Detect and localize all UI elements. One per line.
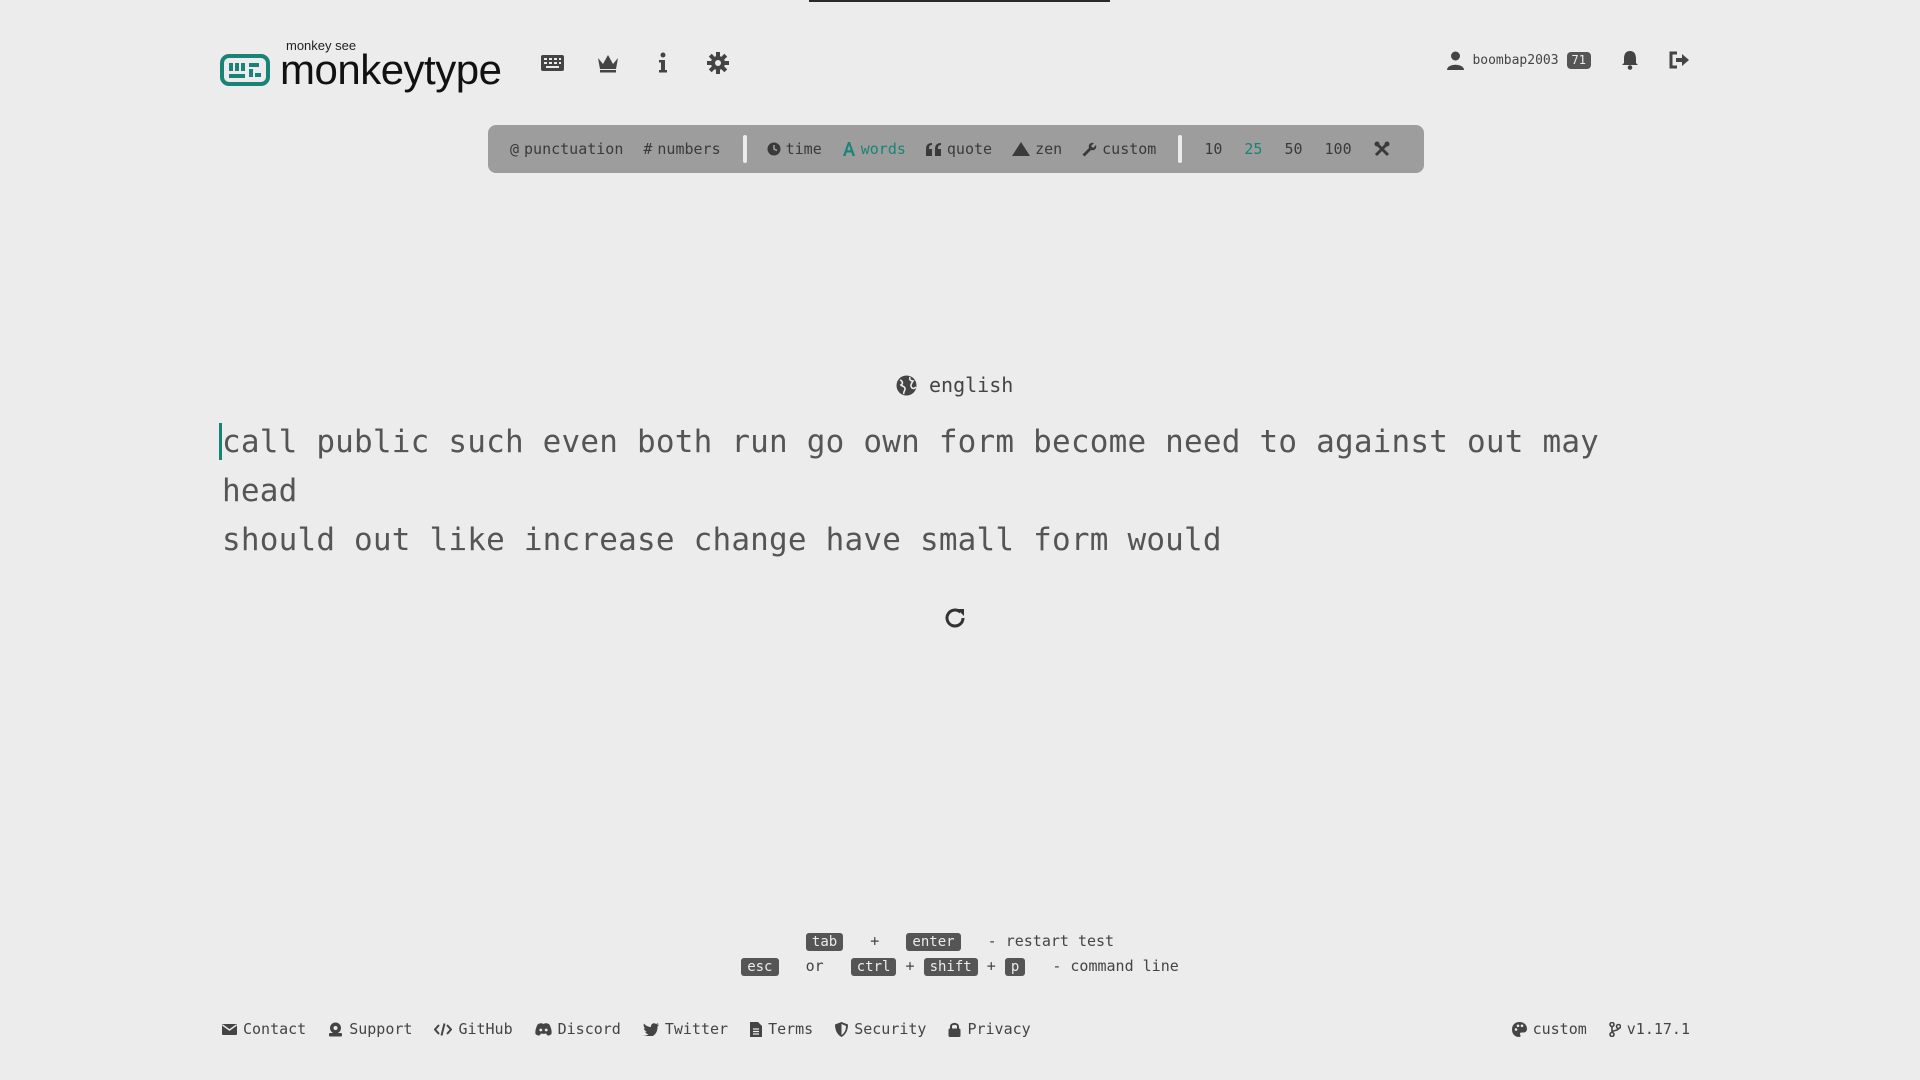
words-line: call public such even both run go own fo…: [222, 424, 1600, 509]
numbers-toggle[interactable]: # numbers: [643, 140, 720, 158]
numbers-label: numbers: [657, 140, 721, 158]
key-esc: esc: [741, 958, 779, 976]
punctuation-label: punctuation: [524, 140, 624, 158]
plus-sign: +: [870, 932, 880, 950]
mode-time[interactable]: time: [767, 140, 822, 158]
language-label: english: [929, 373, 1014, 397]
letter-a-icon: [842, 142, 855, 156]
quote-icon: [925, 142, 941, 156]
twitter-bird-icon: [642, 1022, 659, 1036]
shield-icon: [835, 1021, 849, 1037]
theme-button[interactable]: custom: [1511, 1020, 1587, 1038]
code-icon: [434, 1022, 453, 1036]
divider: [742, 135, 747, 163]
footer-contact-label: Contact: [243, 1020, 307, 1038]
plus-sign: +: [986, 957, 996, 975]
footer-support-label: Support: [349, 1020, 413, 1038]
time-label: time: [785, 140, 822, 158]
footer-twitter[interactable]: Twitter: [642, 1020, 729, 1038]
footer-github[interactable]: GitHub: [434, 1020, 513, 1038]
plus-sign: +: [905, 957, 915, 975]
word-count-100[interactable]: 100: [1325, 140, 1352, 158]
word-count-25[interactable]: 25: [1244, 140, 1262, 158]
hash-icon: #: [643, 140, 653, 158]
restart-hint-text: - restart test: [987, 932, 1115, 950]
top-progress-line: [809, 0, 1110, 2]
or-text: or: [805, 957, 824, 975]
theme-label: custom: [1532, 1020, 1587, 1038]
logo[interactable]: monkey see monkeytype: [220, 38, 502, 93]
custom-label: custom: [1102, 140, 1157, 158]
wrench-icon: [1082, 142, 1097, 156]
document-icon: [750, 1021, 763, 1037]
version-label: v1.17.1: [1626, 1020, 1690, 1038]
username: boombap2003: [1472, 52, 1559, 68]
mode-custom[interactable]: custom: [1082, 140, 1156, 158]
footer-discord[interactable]: Discord: [534, 1020, 621, 1038]
mode-words[interactable]: words: [842, 140, 906, 158]
word-count-10[interactable]: 10: [1204, 140, 1222, 158]
key-ctrl: ctrl: [850, 958, 897, 976]
notifications-bell-icon[interactable]: [1621, 50, 1639, 70]
key-p: p: [1004, 958, 1026, 976]
footer-security-label: Security: [854, 1020, 927, 1038]
keyboard-icon[interactable]: [540, 50, 565, 75]
user-icon: [1447, 51, 1465, 70]
restart-icon: [945, 608, 965, 628]
footer-terms[interactable]: Terms: [750, 1020, 813, 1038]
settings-gear-icon[interactable]: [705, 50, 730, 75]
keyboard-logo-icon: [220, 54, 270, 86]
footer-links: Contact Support GitHub Discord Twitter T…: [222, 1020, 1031, 1038]
quote-label: quote: [946, 140, 993, 158]
level-badge: 71: [1566, 51, 1591, 69]
word-count-50[interactable]: 50: [1284, 140, 1302, 158]
crown-icon[interactable]: [595, 50, 620, 75]
language-selector[interactable]: english: [896, 373, 1013, 397]
words-line: should out like increase change have sma…: [222, 522, 1222, 558]
footer-support[interactable]: Support: [328, 1020, 412, 1038]
footer-privacy[interactable]: Privacy: [948, 1020, 1031, 1038]
discord-icon: [534, 1022, 552, 1036]
command-line-hint: esc or ctrl + shift + p - command line: [0, 957, 1920, 976]
header: monkey see monkeytype boombap2003 71: [220, 28, 1690, 98]
footer-security[interactable]: Security: [835, 1020, 926, 1038]
footer-privacy-label: Privacy: [967, 1020, 1031, 1038]
account-button[interactable]: boombap2003 71: [1447, 51, 1591, 70]
logo-title: monkeytype: [280, 46, 502, 93]
mode-quote[interactable]: quote: [925, 140, 993, 158]
info-icon[interactable]: [650, 50, 675, 75]
test-config-bar: @ punctuation # numbers time words quote…: [488, 125, 1424, 173]
footer-contact[interactable]: Contact: [222, 1020, 306, 1038]
zen-label: zen: [1035, 140, 1063, 158]
logo-subtitle: monkey see: [286, 38, 357, 53]
key-tab: tab: [805, 933, 844, 951]
custom-count-tools-icon[interactable]: [1374, 141, 1390, 157]
envelope-icon: [222, 1023, 237, 1035]
command-hint-text: - command line: [1052, 957, 1179, 975]
words-label: words: [860, 140, 906, 158]
key-enter: enter: [906, 933, 961, 951]
palette-icon: [1511, 1021, 1527, 1037]
footer-terms-label: Terms: [768, 1020, 814, 1038]
version-button[interactable]: v1.17.1: [1608, 1020, 1690, 1038]
clock-icon: [767, 142, 781, 156]
globe-icon: [896, 375, 917, 395]
key-shift: shift: [923, 958, 978, 976]
words-area[interactable]: call public such even both run go own fo…: [222, 418, 1622, 565]
punctuation-toggle[interactable]: @ punctuation: [510, 140, 623, 158]
at-icon: @: [510, 140, 520, 158]
footer-twitter-label: Twitter: [664, 1020, 729, 1038]
logout-icon[interactable]: [1669, 51, 1690, 69]
mountain-icon: [1012, 142, 1031, 156]
code-branch-icon: [1608, 1021, 1621, 1037]
footer-discord-label: Discord: [557, 1020, 621, 1038]
restart-hint: tab + enter - restart test: [0, 932, 1920, 951]
footer-right: custom v1.17.1: [1511, 1020, 1690, 1038]
lock-icon: [948, 1022, 961, 1037]
donate-icon: [329, 1022, 343, 1036]
footer-github-label: GitHub: [458, 1020, 513, 1038]
mode-zen[interactable]: zen: [1012, 140, 1062, 158]
divider: [1178, 135, 1183, 163]
restart-button[interactable]: [943, 606, 971, 634]
